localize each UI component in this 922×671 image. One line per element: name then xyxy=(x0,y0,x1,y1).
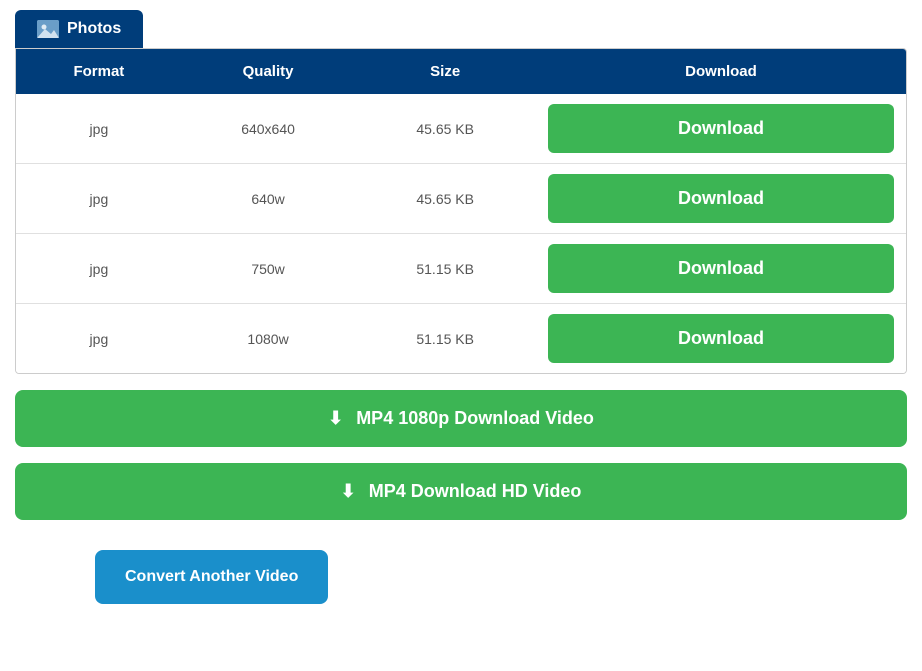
table-header-row: Format Quality Size Download xyxy=(16,49,906,94)
table-wrapper: Format Quality Size Download jpg640x6404… xyxy=(15,48,907,374)
cell-quality: 640w xyxy=(182,164,355,234)
mp4-hd-download-button[interactable]: ⬇ MP4 Download HD Video xyxy=(15,463,907,520)
mp4-1080p-download-button[interactable]: ⬇ MP4 1080p Download Video xyxy=(15,390,907,447)
col-size: Size xyxy=(354,49,536,94)
cell-download: Download xyxy=(536,94,906,164)
convert-another-video-button[interactable]: Convert Another Video xyxy=(95,550,328,604)
mp4-hd-label: MP4 Download HD Video xyxy=(369,481,582,501)
photos-icon xyxy=(37,20,59,38)
cell-quality: 750w xyxy=(182,234,355,304)
action-buttons-section: ⬇ MP4 1080p Download Video ⬇ MP4 Downloa… xyxy=(15,382,907,520)
download-button-0[interactable]: Download xyxy=(548,104,894,153)
tab-container: Photos xyxy=(15,10,907,48)
cell-format: jpg xyxy=(16,304,182,374)
download-button-3[interactable]: Download xyxy=(548,314,894,363)
download-icon-1080p: ⬇ xyxy=(328,408,343,428)
download-button-1[interactable]: Download xyxy=(548,174,894,223)
tab-label: Photos xyxy=(67,20,121,38)
cell-quality: 1080w xyxy=(182,304,355,374)
mp4-1080p-label: MP4 1080p Download Video xyxy=(356,408,594,428)
cell-format: jpg xyxy=(16,164,182,234)
table-row: jpg1080w51.15 KBDownload xyxy=(16,304,906,374)
convert-button-label: Convert Another Video xyxy=(125,568,298,585)
col-format: Format xyxy=(16,49,182,94)
cell-format: jpg xyxy=(16,94,182,164)
cell-size: 51.15 KB xyxy=(354,304,536,374)
col-quality: Quality xyxy=(182,49,355,94)
cell-size: 45.65 KB xyxy=(354,94,536,164)
table-row: jpg640w45.65 KBDownload xyxy=(16,164,906,234)
page-container: Photos Format Quality Size Download jpg6… xyxy=(0,0,922,671)
cell-quality: 640x640 xyxy=(182,94,355,164)
table-row: jpg750w51.15 KBDownload xyxy=(16,234,906,304)
table-row: jpg640x64045.65 KBDownload xyxy=(16,94,906,164)
cell-size: 51.15 KB xyxy=(354,234,536,304)
downloads-table: Format Quality Size Download jpg640x6404… xyxy=(16,49,906,373)
download-button-2[interactable]: Download xyxy=(548,244,894,293)
cell-download: Download xyxy=(536,304,906,374)
tab-photos[interactable]: Photos xyxy=(15,10,143,48)
cell-size: 45.65 KB xyxy=(354,164,536,234)
convert-section: Convert Another Video xyxy=(15,520,907,604)
col-download: Download xyxy=(536,49,906,94)
cell-download: Download xyxy=(536,164,906,234)
cell-download: Download xyxy=(536,234,906,304)
cell-format: jpg xyxy=(16,234,182,304)
download-icon-hd: ⬇ xyxy=(341,481,356,501)
